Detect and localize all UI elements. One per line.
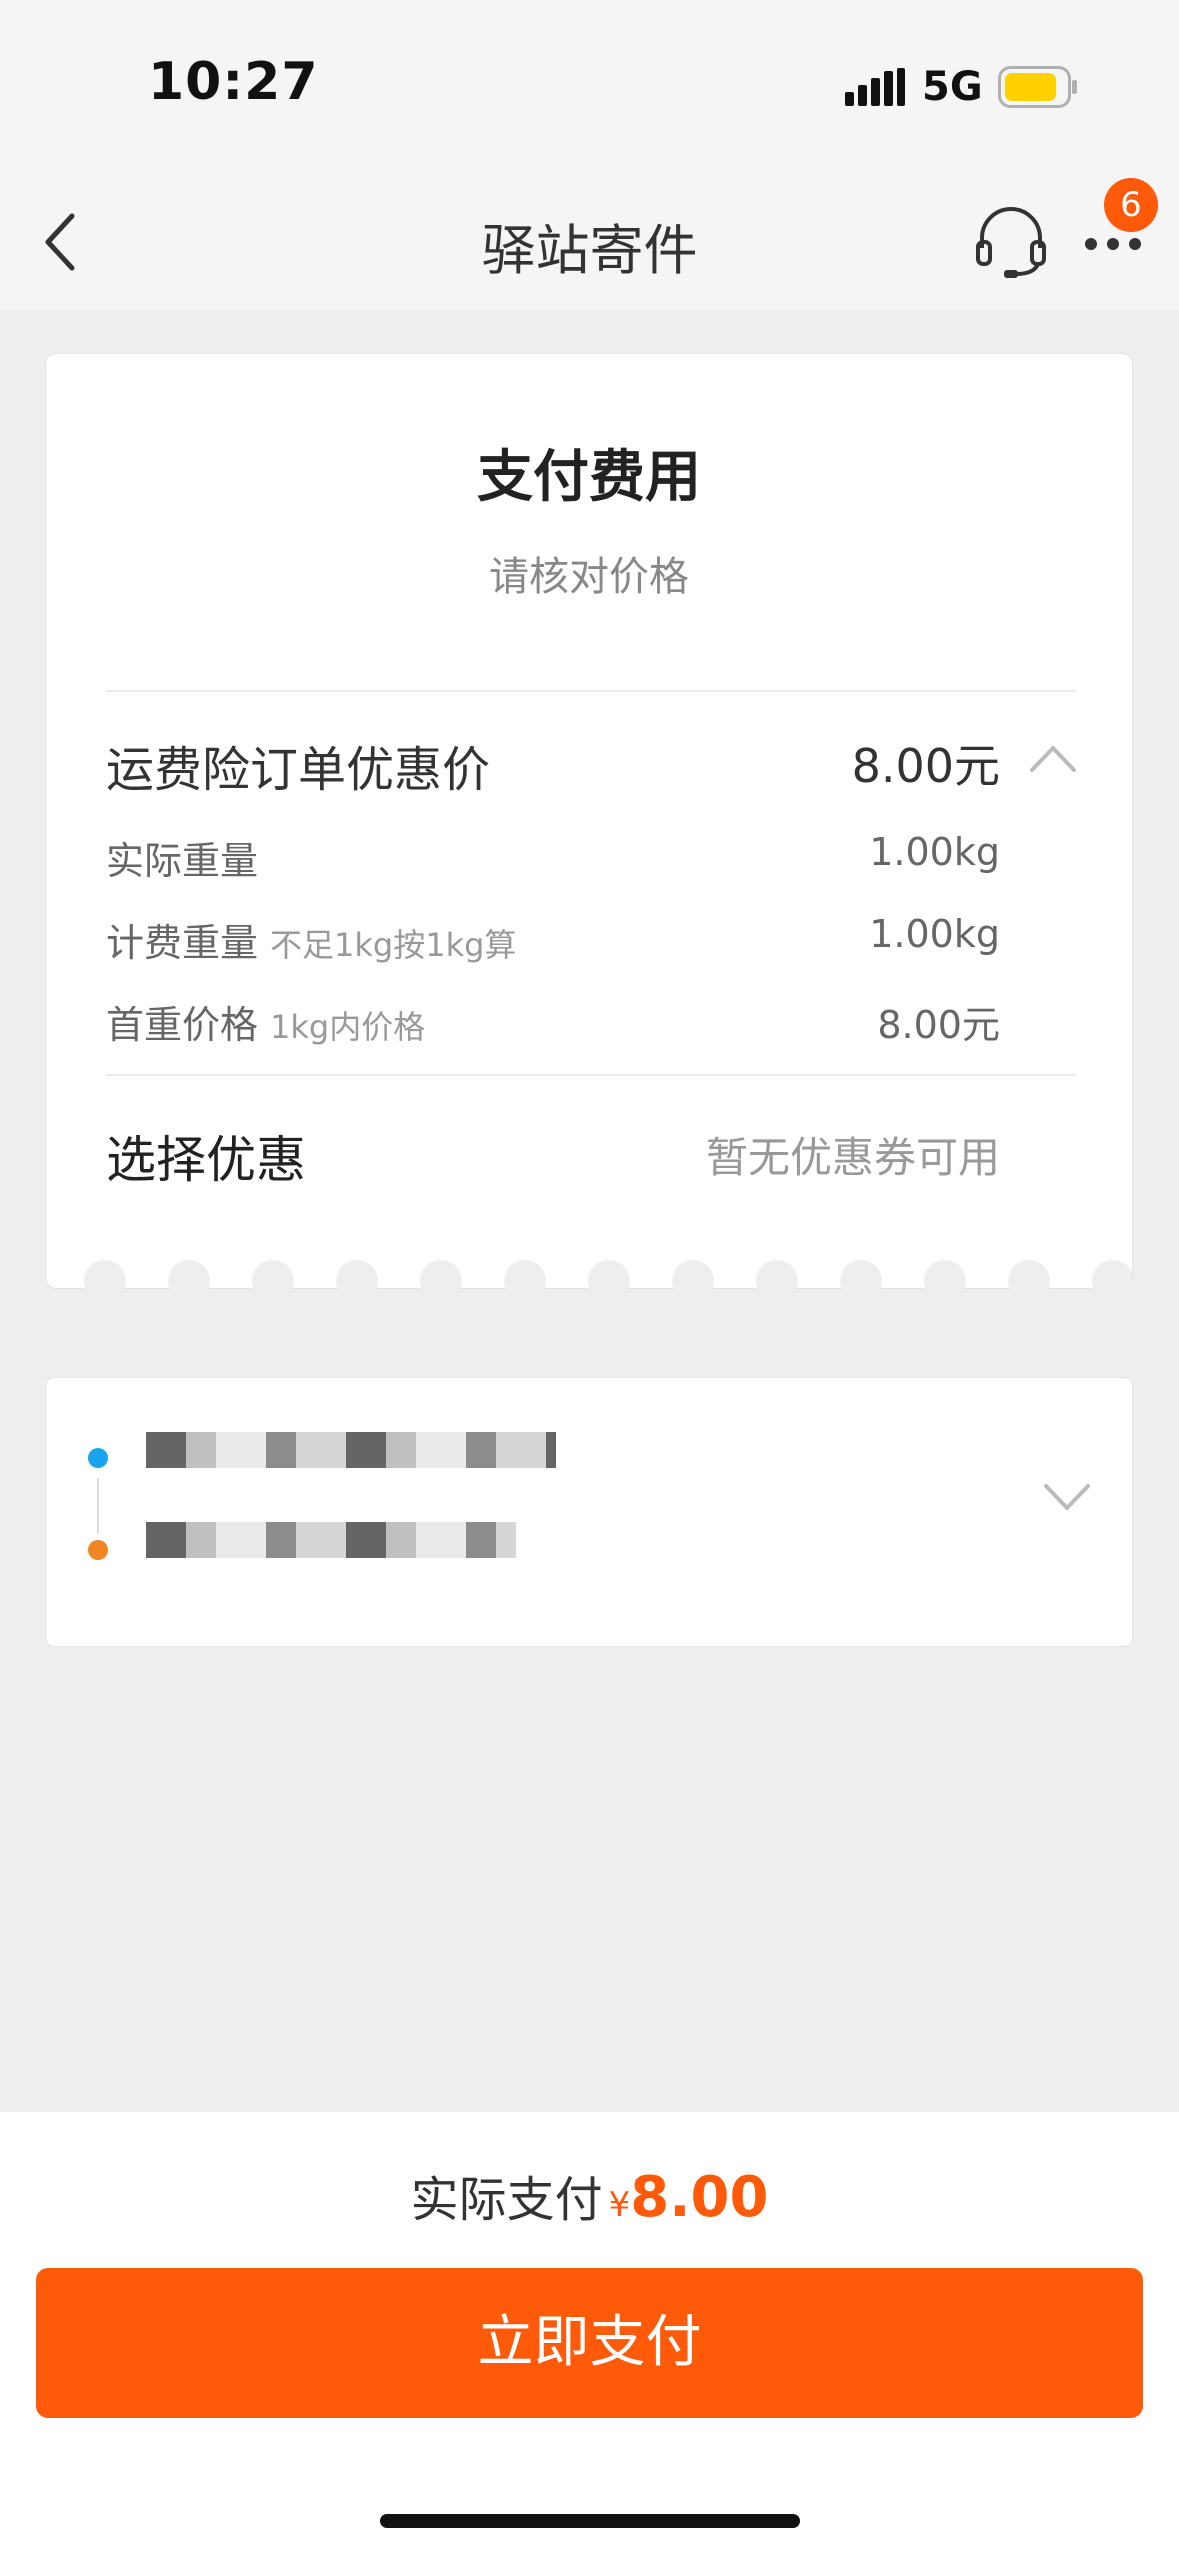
address-card[interactable] [46,1378,1132,1646]
detail-note: 1kg内价格 [270,1008,426,1046]
pay-now-button[interactable]: 立即支付 [36,2268,1143,2418]
card-subtitle: 请核对价格 [489,554,689,600]
network-label: 5G [922,64,983,110]
status-time: 10:27 [148,52,319,112]
detail-value-billed-weight: 1.00kg [869,912,1000,956]
detail-label-text: 实际重量 [106,839,259,883]
detail-label-text: 首重价格 [106,1003,259,1047]
payment-summary: 实际支付 ¥8.00 [0,2160,1179,2230]
battery-icon [998,66,1077,108]
route-connector [97,1478,99,1534]
coupon-value[interactable]: 暂无优惠券可用 [600,1124,1000,1185]
divider [106,690,1076,692]
detail-label-first-weight-price: 首重价格 1kg内价格 [106,994,425,1049]
sender-dot-icon [88,1448,108,1468]
ticket-edge-decoration [46,1260,1132,1300]
home-indicator[interactable] [380,2514,800,2528]
detail-label-actual-weight: 实际重量 [106,830,258,885]
detail-label-billed-weight: 计费重量 不足1kg按1kg算 [106,912,516,967]
chevron-up-icon[interactable] [1026,740,1080,776]
currency-symbol: ¥ [608,2185,631,2225]
receiver-info-redacted [146,1522,516,1558]
price-label[interactable]: 运费险订单优惠价 [106,730,490,800]
total-amount: 8.00 [630,2165,769,2230]
headset-icon[interactable] [974,204,1048,280]
more-icon[interactable] [1083,236,1143,252]
sender-info-redacted [146,1432,556,1468]
signal-icon [845,68,905,106]
detail-value-first-weight-price: 8.00元 [877,1003,1000,1047]
detail-note: 不足1kg按1kg算 [270,926,517,964]
divider [106,1074,1076,1076]
summary-label: 实际支付 [410,2172,603,2228]
price-value: 8.00元 [851,739,1000,793]
coupon-label[interactable]: 选择优惠 [106,1120,306,1192]
chevron-down-icon[interactable] [1040,1480,1094,1514]
card-title: 支付费用 [477,445,701,510]
receiver-dot-icon [88,1540,108,1560]
detail-label-text: 计费重量 [106,921,259,965]
detail-value-actual-weight: 1.00kg [869,830,1000,874]
notification-badge: 6 [1104,178,1158,232]
